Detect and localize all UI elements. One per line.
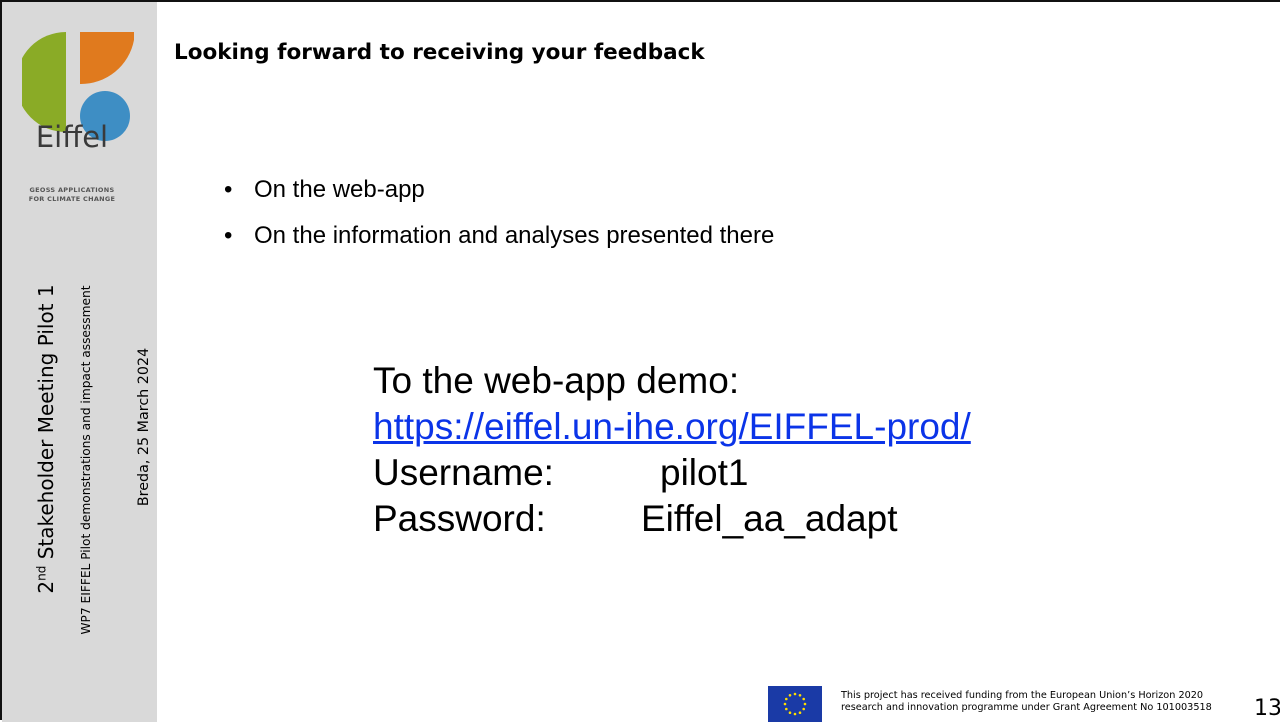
workpackage-label: WP7 EIFFEL Pilot demonstrations and impa… [79, 285, 93, 635]
meeting-title: 2nd Stakeholder Meeting Pilot 1 [34, 284, 58, 594]
funding-line-2: research and innovation programme under … [841, 702, 1212, 713]
bullet-text: On the web-app [254, 176, 425, 203]
bullet-item: • On the information and analyses present… [224, 218, 774, 264]
demo-info: To the web-app demo: https://eiffel.un-i… [373, 358, 971, 542]
bullet-list: • On the web-app • On the information and … [224, 172, 774, 264]
sidebar: Eiffel GEOSS APPLICATIONS FOR CLIMATE CH… [2, 2, 157, 722]
password-value: Eiffel_aa_adapt [641, 498, 898, 539]
slide: Eiffel GEOSS APPLICATIONS FOR CLIMATE CH… [0, 0, 1280, 722]
password-label: Password: [373, 498, 546, 539]
slide-title: Looking forward to receiving your feedba… [174, 40, 705, 65]
bullet-item: • On the web-app [224, 172, 774, 218]
eu-flag-icon [768, 686, 822, 722]
funding-statement: This project has received funding from t… [841, 690, 1271, 714]
username-row: Username: pilot1 [373, 450, 971, 496]
place-date: Breda, 25 March 2024 [136, 347, 152, 507]
logo-tagline-2: FOR CLIMATE CHANGE [28, 195, 116, 203]
demo-link[interactable]: https://eiffel.un-ihe.org/EIFFEL-prod/ [373, 406, 971, 447]
username-value: pilot1 [660, 452, 749, 493]
page-number: 13 [1254, 696, 1280, 721]
eu-stars-icon [783, 692, 807, 716]
password-row: Password: Eiffel_aa_adapt [373, 496, 971, 542]
demo-heading: To the web-app demo: [373, 360, 740, 401]
logo-wordmark: Eiffel [35, 120, 109, 154]
bullet-marker: • [224, 222, 233, 249]
bullet-text: On the information and analyses presente… [254, 222, 775, 249]
funding-line-1: This project has received funding from t… [841, 690, 1204, 701]
bullet-marker: • [224, 176, 233, 203]
username-label: Username: [373, 452, 554, 493]
logo-tagline-1: GEOSS APPLICATIONS [29, 186, 115, 194]
